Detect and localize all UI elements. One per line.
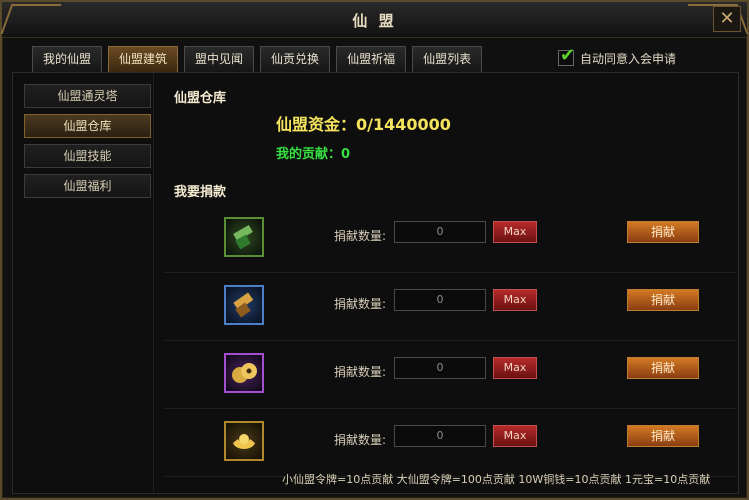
donation-row: 捐献数量: 0 Max 捐献 — [164, 409, 736, 477]
window-title: 仙 盟 — [352, 12, 397, 30]
auto-agree-checkbox[interactable]: ✔ — [558, 45, 575, 66]
guild-fund: 仙盟资金：0/1440000 — [276, 115, 451, 134]
donate-button[interactable]: 捐献 — [627, 357, 699, 379]
close-icon[interactable]: ✕ — [713, 6, 741, 32]
max-button[interactable]: Max — [493, 425, 537, 447]
side-nav: 仙盟通灵塔 仙盟仓库 仙盟技能 仙盟福利 — [24, 84, 151, 204]
small-token-icon[interactable] — [224, 217, 264, 257]
tab-guild-list[interactable]: 仙盟列表 — [412, 46, 483, 72]
qty-label: 捐献数量: — [334, 229, 387, 243]
max-button[interactable]: Max — [493, 289, 537, 311]
qty-input[interactable]: 0 — [394, 425, 486, 447]
copper-coins-icon[interactable] — [224, 353, 264, 393]
donation-row: 捐献数量: 0 Max 捐献 — [164, 341, 736, 409]
max-button[interactable]: Max — [493, 221, 537, 243]
tab-guild-blessing[interactable]: 仙盟祈福 — [336, 46, 407, 72]
side-item-warehouse[interactable]: 仙盟仓库 — [24, 114, 151, 138]
donate-section-title: 我要捐款 — [174, 185, 227, 200]
side-item-welfare[interactable]: 仙盟福利 — [24, 174, 151, 198]
qty-input[interactable]: 0 — [394, 221, 486, 243]
check-icon: ✔ — [560, 45, 576, 66]
tab-guild-news[interactable]: 盟中见闻 — [184, 46, 255, 72]
window-titlebar: 仙 盟 ✕ — [0, 2, 749, 38]
qty-input[interactable]: 0 — [394, 289, 486, 311]
warehouse-panel: 仙盟仓库 仙盟资金：0/1440000 我的贡献：0 我要捐款 捐献数量: 0 … — [153, 73, 738, 493]
large-token-icon[interactable] — [224, 285, 264, 325]
donate-button[interactable]: 捐献 — [627, 425, 699, 447]
auto-agree-toggle[interactable]: ✔ 自动同意入会申请 — [558, 45, 677, 68]
side-item-spirit-tower[interactable]: 仙盟通灵塔 — [24, 84, 151, 108]
side-item-skills[interactable]: 仙盟技能 — [24, 144, 151, 168]
donation-row: 捐献数量: 0 Max 捐献 — [164, 205, 736, 273]
tab-guild-buildings[interactable]: 仙盟建筑 — [108, 46, 179, 72]
content-panel: 仙盟通灵塔 仙盟仓库 仙盟技能 仙盟福利 仙盟仓库 仙盟资金：0/1440000… — [12, 72, 739, 494]
qty-label: 捐献数量: — [334, 297, 387, 311]
qty-label: 捐献数量: — [334, 365, 387, 379]
donation-list: 捐献数量: 0 Max 捐献 捐献数量: 0 Max 捐献 捐献数量: 0 Ma… — [164, 205, 736, 477]
tab-my-guild[interactable]: 我的仙盟 — [32, 46, 103, 72]
qty-input[interactable]: 0 — [394, 357, 486, 379]
tab-contribution-exchange[interactable]: 仙贡兑换 — [260, 46, 331, 72]
warehouse-title: 仙盟仓库 — [174, 91, 227, 106]
auto-agree-label: 自动同意入会申请 — [580, 51, 677, 66]
guild-window: 仙 盟 ✕ 我的仙盟 仙盟建筑 盟中见闻 仙贡兑换 仙盟祈福 仙盟列表 ✔ 自动… — [0, 0, 749, 500]
main-tabs: 我的仙盟 仙盟建筑 盟中见闻 仙贡兑换 仙盟祈福 仙盟列表 — [32, 46, 483, 72]
donation-conversion-note: 小仙盟令牌=10点贡献 大仙盟令牌=100点贡献 10W铜钱=10点贡献 1元宝… — [282, 473, 711, 486]
max-button[interactable]: Max — [493, 357, 537, 379]
donate-button[interactable]: 捐献 — [627, 289, 699, 311]
donate-button[interactable]: 捐献 — [627, 221, 699, 243]
my-contribution: 我的贡献：0 — [276, 147, 351, 162]
gold-ingot-icon[interactable] — [224, 421, 264, 461]
donation-row: 捐献数量: 0 Max 捐献 — [164, 273, 736, 341]
qty-label: 捐献数量: — [334, 433, 387, 447]
